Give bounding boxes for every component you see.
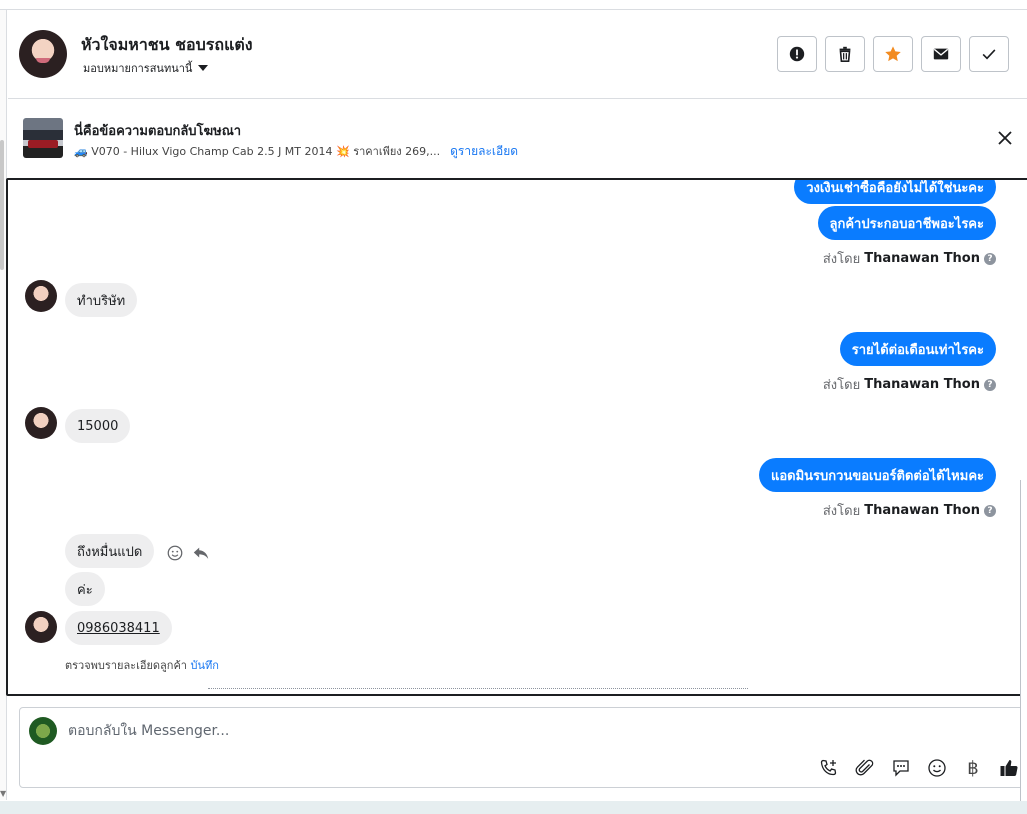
exclamation-icon: [789, 46, 805, 62]
incoming-message-phone[interactable]: 0986038411: [65, 611, 172, 645]
outgoing-message[interactable]: รายได้ต่อเดือนเท่าไรคะ: [839, 332, 996, 366]
help-icon[interactable]: ?: [984, 252, 996, 265]
check-icon: [982, 49, 996, 60]
incoming-message[interactable]: 15000: [65, 409, 131, 443]
mark-spam-button[interactable]: [777, 36, 817, 72]
scrollbar-thumb[interactable]: [0, 140, 4, 270]
scroll-down-arrow-icon[interactable]: ▼: [0, 789, 6, 798]
star-button[interactable]: [873, 36, 913, 72]
add-call-icon[interactable]: [818, 757, 840, 779]
phone-number-link[interactable]: 0986038411: [77, 621, 160, 636]
detected-label: ตรวจพบรายละเอียดลูกค้า: [65, 659, 187, 672]
ad-banner-subtitle-row: 🚙 V070 - Hilux Vigo Champ Cab 2.5 J MT 2…: [74, 142, 518, 161]
reply-icon[interactable]: [192, 544, 210, 562]
incoming-message[interactable]: ทำบริษัท: [65, 283, 138, 317]
like-icon[interactable]: [998, 757, 1020, 779]
message-thread[interactable]: วงเงินเช่าซื้อคือยังไม่ได้ใช่นะคะ ลูกค้า…: [6, 178, 1027, 696]
help-icon[interactable]: ?: [984, 378, 996, 391]
side-panel-edge: [1020, 480, 1027, 810]
delete-button[interactable]: [825, 36, 865, 72]
react-emoji-icon[interactable]: [166, 544, 184, 562]
sent-by-prefix: ส่งโดย: [822, 504, 861, 519]
contact-avatar-small: [25, 611, 57, 643]
incoming-message[interactable]: ถึงหมื่นแปด: [65, 534, 155, 568]
emoji-icon[interactable]: [926, 757, 948, 779]
top-divider: [0, 0, 1027, 10]
ad-details-link[interactable]: ดูรายละเอียด: [450, 142, 518, 161]
sent-by-prefix: ส่งโดย: [822, 378, 861, 393]
inbox-conversation-view: ▼ หัวใจมหาชน ชอบรถแต่ง มอบหมายการสนทนานี…: [0, 0, 1027, 814]
reply-composer[interactable]: ตอบกลับใน Messenger... ฿: [19, 707, 1027, 788]
incoming-message[interactable]: ค่ะ: [65, 572, 105, 606]
contact-avatar-small: [25, 280, 57, 312]
composer-toolbar: ฿: [818, 757, 1020, 779]
sent-by-label: ส่งโดย Thanawan Thon ?: [823, 374, 996, 395]
sent-by-label: ส่งโดย Thanawan Thon ?: [823, 248, 996, 269]
ad-reply-banner: นี่คือข้อความตอบกลับโฆษณา 🚙 V070 - Hilux…: [8, 100, 1027, 178]
envelope-icon: [933, 48, 949, 60]
clipped-text-line: [208, 688, 748, 694]
star-icon: [885, 46, 901, 62]
agent-name: Thanawan Thon: [864, 377, 980, 392]
saved-reply-icon[interactable]: [890, 757, 912, 779]
contact-avatar[interactable]: [19, 30, 67, 78]
agent-name: Thanawan Thon: [864, 251, 980, 266]
reply-input[interactable]: ตอบกลับใน Messenger...: [68, 720, 229, 742]
save-details-link[interactable]: บันทึก: [190, 659, 218, 672]
bottom-strip: [0, 801, 1027, 814]
attach-icon[interactable]: [854, 757, 876, 779]
outgoing-message[interactable]: แอดมินรบกวนขอเบอร์ติดต่อได้ไหมคะ: [758, 458, 996, 492]
sent-by-prefix: ส่งโดย: [822, 252, 861, 267]
contact-avatar-small: [25, 407, 57, 439]
ad-banner-subtitle: 🚙 V070 - Hilux Vigo Champ Cab 2.5 J MT 2…: [74, 145, 441, 158]
assign-conversation-dropdown[interactable]: มอบหมายการสนทนานี้: [83, 59, 209, 77]
baht-icon[interactable]: ฿: [962, 757, 984, 779]
ad-banner-title: นี่คือข้อความตอบกลับโฆษณา: [74, 124, 242, 139]
conversation-header: หัวใจมหาชน ชอบรถแต่ง มอบหมายการสนทนานี้: [8, 11, 1027, 99]
assign-label: มอบหมายการสนทนานี้: [83, 62, 193, 75]
mark-done-button[interactable]: [969, 36, 1009, 72]
message-actions: [166, 544, 210, 562]
outgoing-message[interactable]: ลูกค้าประกอบอาชีพอะไรคะ: [817, 206, 996, 240]
outgoing-message[interactable]: วงเงินเช่าซื้อคือยังไม่ได้ใช่นะคะ: [794, 180, 996, 204]
close-icon[interactable]: [995, 128, 1015, 148]
mark-unread-button[interactable]: [921, 36, 961, 72]
help-icon[interactable]: ?: [984, 504, 996, 517]
page-avatar: [29, 717, 57, 745]
contact-name[interactable]: หัวใจมหาชน ชอบรถแต่ง: [81, 33, 253, 58]
customer-details-detected: ตรวจพบรายละเอียดลูกค้า บันทึก: [65, 656, 219, 674]
trash-icon: [839, 46, 851, 63]
sent-by-label: ส่งโดย Thanawan Thon ?: [823, 500, 996, 521]
chevron-down-icon: [198, 65, 209, 71]
ad-thumbnail[interactable]: [23, 118, 63, 158]
agent-name: Thanawan Thon: [864, 503, 980, 518]
